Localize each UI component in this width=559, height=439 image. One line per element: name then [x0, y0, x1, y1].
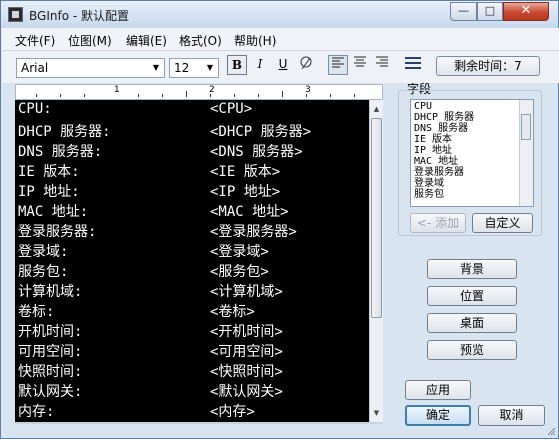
scroll-up-icon[interactable]: ▲	[371, 102, 382, 116]
field-item[interactable]: DHCP 服务器	[414, 112, 474, 123]
fields-scrollbar[interactable]	[519, 100, 533, 206]
bginfo-window: BGInfo - 默认配置 — □ ✕ 文件(F) 位图(M) 编辑(E) 格式…	[0, 0, 559, 439]
editor-horizontal-scrollbar[interactable]	[15, 422, 383, 424]
menu-bar: 文件(F) 位图(M) 编辑(E) 格式(O) 帮助(H)	[2, 28, 559, 51]
apply-button[interactable]: 应用	[405, 380, 471, 400]
position-button[interactable]: 位置	[427, 286, 517, 306]
time-remaining-button[interactable]: 剩余时间：7	[436, 56, 540, 76]
font-name-value: Arial	[21, 61, 49, 75]
scroll-down-icon[interactable]: ▼	[371, 406, 382, 420]
field-item[interactable]: 服务包	[414, 189, 444, 200]
desktop-button[interactable]: 桌面	[427, 313, 517, 333]
paint-icon	[300, 56, 312, 70]
field-item[interactable]: 登录服务器	[414, 167, 464, 178]
align-left-icon	[332, 57, 344, 68]
field-item[interactable]: IP 地址	[414, 145, 452, 156]
scrollbar-thumb[interactable]	[371, 118, 382, 318]
title-bar[interactable]: BGInfo - 默认配置 — □ ✕	[1, 1, 558, 28]
field-item[interactable]: IE 版本	[414, 134, 452, 145]
background-button[interactable]: 背景	[427, 259, 517, 279]
field-item[interactable]: CPU	[414, 101, 432, 112]
font-name-select[interactable]: Arial ▼	[16, 58, 165, 78]
align-center-icon	[354, 56, 366, 67]
close-button[interactable]: ✕	[503, 2, 549, 21]
underline-button[interactable]: U	[273, 55, 293, 75]
add-field-button[interactable]: <- 添加	[410, 213, 466, 233]
ruler: 1 2 3	[15, 84, 383, 100]
cancel-button[interactable]: 取消	[478, 405, 545, 426]
menu-help[interactable]: 帮助(H)	[234, 32, 276, 49]
field-item[interactable]: MAC 地址	[414, 156, 458, 167]
menu-edit[interactable]: 编辑(E)	[126, 32, 167, 49]
align-right-icon	[376, 56, 388, 67]
font-size-value: 12	[174, 61, 190, 75]
editor-vertical-scrollbar[interactable]: ▲ ▼	[369, 100, 383, 422]
resize-grip-icon[interactable]	[546, 426, 556, 436]
chevron-down-icon: ▼	[206, 63, 214, 72]
list-icon[interactable]	[405, 57, 421, 71]
maximize-button[interactable]: □	[477, 2, 503, 21]
window-title: BGInfo - 默认配置	[29, 9, 129, 23]
field-item[interactable]: 登录域	[414, 178, 444, 189]
bginfo-app-icon	[8, 7, 23, 22]
ruler-number: 1	[114, 85, 120, 95]
field-item[interactable]: DNS 服务器	[414, 123, 468, 134]
font-size-select[interactable]: 12 ▼	[169, 58, 219, 78]
fields-list[interactable]: CPU DHCP 服务器 DNS 服务器 IE 版本 IP 地址 MAC 地址 …	[410, 99, 534, 207]
ruler-number: 2	[209, 85, 215, 95]
menu-bitmap[interactable]: 位图(M)	[68, 32, 112, 49]
preview-button[interactable]: 预览	[427, 340, 517, 360]
align-center-button[interactable]	[350, 55, 370, 75]
ruler-number: 3	[305, 85, 311, 95]
scrollbar-thumb[interactable]	[521, 114, 531, 140]
color-picker-button[interactable]	[296, 55, 316, 75]
align-right-button[interactable]	[372, 55, 392, 75]
italic-button[interactable]: I	[250, 55, 270, 75]
text-editor[interactable]: CPU: <CPU> DHCP 服务器: <DHCP 服务器> DNS 服务器: <D…	[15, 100, 369, 422]
minimize-button[interactable]: —	[450, 2, 477, 21]
menu-file[interactable]: 文件(F)	[15, 32, 55, 49]
bold-button[interactable]: B	[227, 55, 247, 75]
align-left-button[interactable]	[328, 55, 348, 75]
chevron-down-icon: ▼	[152, 63, 160, 72]
custom-field-button[interactable]: 自定义	[472, 213, 533, 233]
ok-button[interactable]: 确定	[405, 405, 471, 426]
menu-format[interactable]: 格式(O)	[179, 32, 222, 49]
